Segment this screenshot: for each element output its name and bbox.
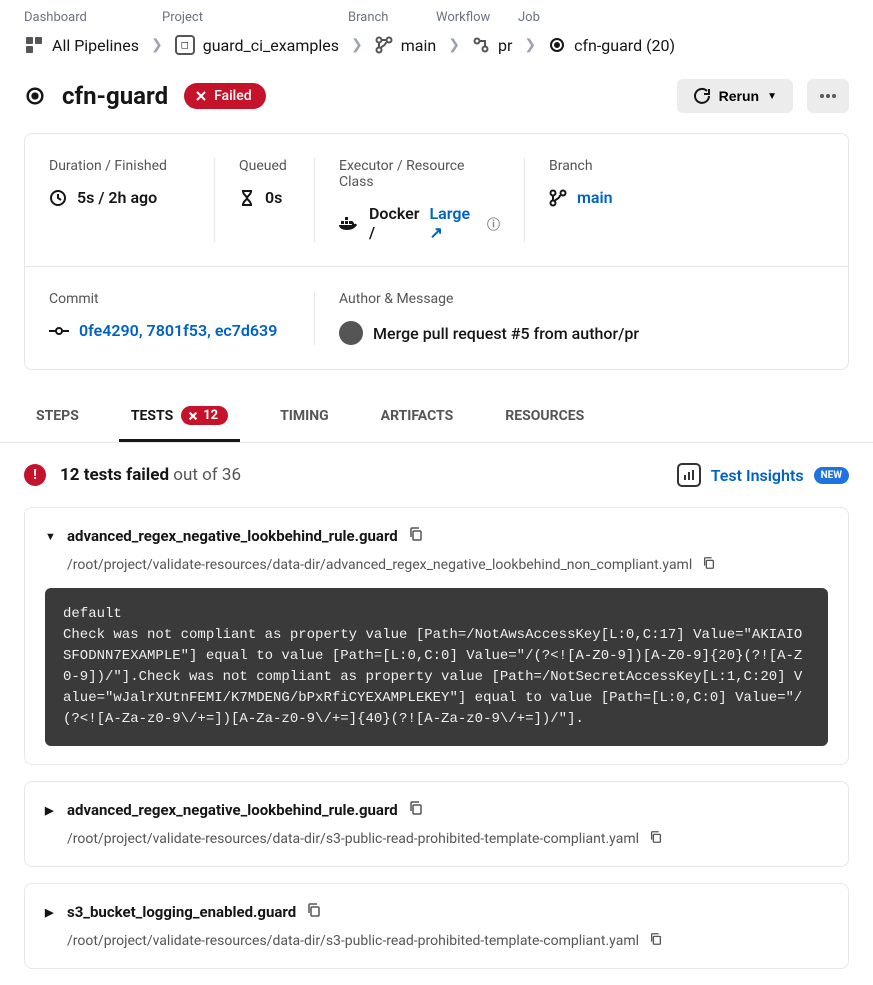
branch-label: Branch [549, 158, 824, 174]
rerun-button[interactable]: Rerun ▼ [677, 79, 793, 113]
chevron-right-icon: ❯ [448, 37, 460, 53]
test-toggle[interactable]: ▼ advanced_regex_negative_lookbehind_rul… [45, 526, 828, 546]
test-insights-link[interactable]: Test Insights [711, 466, 804, 485]
queued-value: 0s [239, 188, 290, 207]
bc-header-project: Project [162, 10, 340, 25]
bc-header-job: Job [518, 10, 540, 25]
job-icon [548, 36, 566, 54]
avatar [339, 321, 363, 345]
chart-icon [677, 463, 701, 487]
tab-artifacts[interactable]: ARTIFACTS [369, 394, 466, 442]
bc-header-dashboard: Dashboard [24, 10, 154, 25]
tab-resources[interactable]: RESOURCES [493, 394, 596, 442]
tests-summary: ! 12 tests failed out of 36 Test Insight… [0, 443, 873, 507]
caret-down-icon: ▼ [45, 530, 57, 543]
more-button[interactable] [807, 79, 849, 113]
info-icon[interactable]: ⓘ [487, 214, 500, 233]
caret-down-icon: ▼ [767, 91, 777, 102]
resource-class-link[interactable]: Large ↗ [429, 204, 477, 242]
commit-value: 0fe4290, 7801f53, ec7d639 [49, 321, 290, 340]
failed-count: 12 tests failed [60, 465, 169, 485]
hourglass-icon [239, 189, 255, 207]
x-icon [194, 89, 208, 103]
total-count: out of 36 [173, 465, 241, 485]
dots-icon [819, 94, 837, 98]
copy-icon[interactable] [408, 800, 424, 820]
rerun-label: Rerun [719, 88, 759, 104]
status-badge: Failed [184, 83, 266, 109]
branch-icon [375, 36, 393, 54]
workflow-icon [472, 36, 490, 54]
chevron-right-icon: ❯ [524, 37, 536, 53]
crumb-job[interactable]: cfn-guard (20) [548, 36, 675, 55]
copy-icon[interactable] [649, 932, 663, 950]
error-icon: ! [24, 464, 46, 486]
crumb-project-label: guard_ci_examples [203, 36, 339, 55]
breadcrumb: All Pipelines ❯ ◻ guard_ci_examples ❯ ma… [0, 25, 873, 71]
crumb-project[interactable]: ◻ guard_ci_examples [175, 35, 339, 55]
commit-label: Commit [49, 291, 290, 307]
title-row: cfn-guard Failed Rerun ▼ [0, 71, 873, 133]
clock-icon [49, 189, 67, 207]
test-path: /root/project/validate-resources/data-di… [67, 831, 639, 847]
chevron-right-icon: ❯ [151, 37, 163, 53]
commit-icon [49, 326, 69, 336]
author-label: Author & Message [339, 291, 824, 307]
pipelines-icon [24, 35, 44, 55]
job-meta-card: Duration / Finished 5s / 2h ago Queued 0… [24, 133, 849, 370]
tabs: STEPS TESTS 12 TIMING ARTIFACTS RESOURCE… [0, 370, 873, 443]
crumb-dashboard[interactable]: All Pipelines [24, 35, 139, 55]
copy-icon[interactable] [649, 830, 663, 848]
caret-right-icon: ▶ [45, 906, 57, 919]
crumb-job-label: cfn-guard (20) [574, 36, 675, 55]
test-name: advanced_regex_negative_lookbehind_rule.… [67, 801, 398, 819]
duration-value: 5s / 2h ago [49, 188, 190, 207]
breadcrumb-headers: Dashboard Project Branch Workflow Job [0, 0, 873, 25]
branch-icon [549, 189, 567, 207]
test-output: default Check was not compliant as prope… [45, 588, 828, 746]
x-icon [187, 410, 199, 422]
project-icon: ◻ [175, 35, 195, 55]
copy-icon[interactable] [306, 902, 322, 922]
crumb-dashboard-label: All Pipelines [52, 36, 139, 55]
crumb-workflow-label: pr [498, 36, 512, 55]
test-item: ▶ s3_bucket_logging_enabled.guard /root/… [24, 883, 849, 969]
test-name: s3_bucket_logging_enabled.guard [67, 903, 296, 921]
copy-icon[interactable] [702, 556, 716, 574]
executor-label: Executor / Resource Class [339, 158, 500, 190]
test-path: /root/project/validate-resources/data-di… [67, 933, 639, 949]
author-value: Merge pull request #5 from author/pr [339, 321, 824, 345]
bc-header-workflow: Workflow [436, 10, 510, 25]
tests-fail-badge: 12 [181, 406, 228, 425]
tab-steps[interactable]: STEPS [24, 394, 91, 442]
queued-label: Queued [239, 158, 290, 174]
crumb-workflow[interactable]: pr [472, 36, 512, 55]
test-toggle[interactable]: ▶ s3_bucket_logging_enabled.guard [45, 902, 828, 922]
tab-timing[interactable]: TIMING [268, 394, 341, 442]
chevron-right-icon: ❯ [351, 37, 363, 53]
test-item: ▶ advanced_regex_negative_lookbehind_rul… [24, 781, 849, 867]
executor-value: Docker / Large ↗ ⓘ [339, 204, 500, 242]
job-icon [24, 85, 46, 107]
docker-icon [339, 215, 359, 231]
crumb-branch[interactable]: main [375, 36, 436, 55]
status-label: Failed [214, 88, 252, 104]
duration-label: Duration / Finished [49, 158, 190, 174]
tab-tests[interactable]: TESTS 12 [119, 394, 240, 442]
test-path: /root/project/validate-resources/data-di… [67, 557, 692, 573]
new-badge: NEW [814, 467, 849, 484]
commit-link[interactable]: 0fe4290, 7801f53, ec7d639 [79, 321, 277, 340]
bc-header-branch: Branch [348, 10, 428, 25]
branch-value: main [549, 188, 824, 207]
copy-icon[interactable] [408, 526, 424, 546]
test-name: advanced_regex_negative_lookbehind_rule.… [67, 527, 398, 545]
refresh-icon [693, 87, 711, 105]
branch-link[interactable]: main [577, 188, 613, 207]
test-item: ▼ advanced_regex_negative_lookbehind_rul… [24, 507, 849, 765]
page-title: cfn-guard [62, 82, 168, 110]
crumb-branch-label: main [401, 36, 436, 55]
caret-right-icon: ▶ [45, 804, 57, 817]
test-toggle[interactable]: ▶ advanced_regex_negative_lookbehind_rul… [45, 800, 828, 820]
